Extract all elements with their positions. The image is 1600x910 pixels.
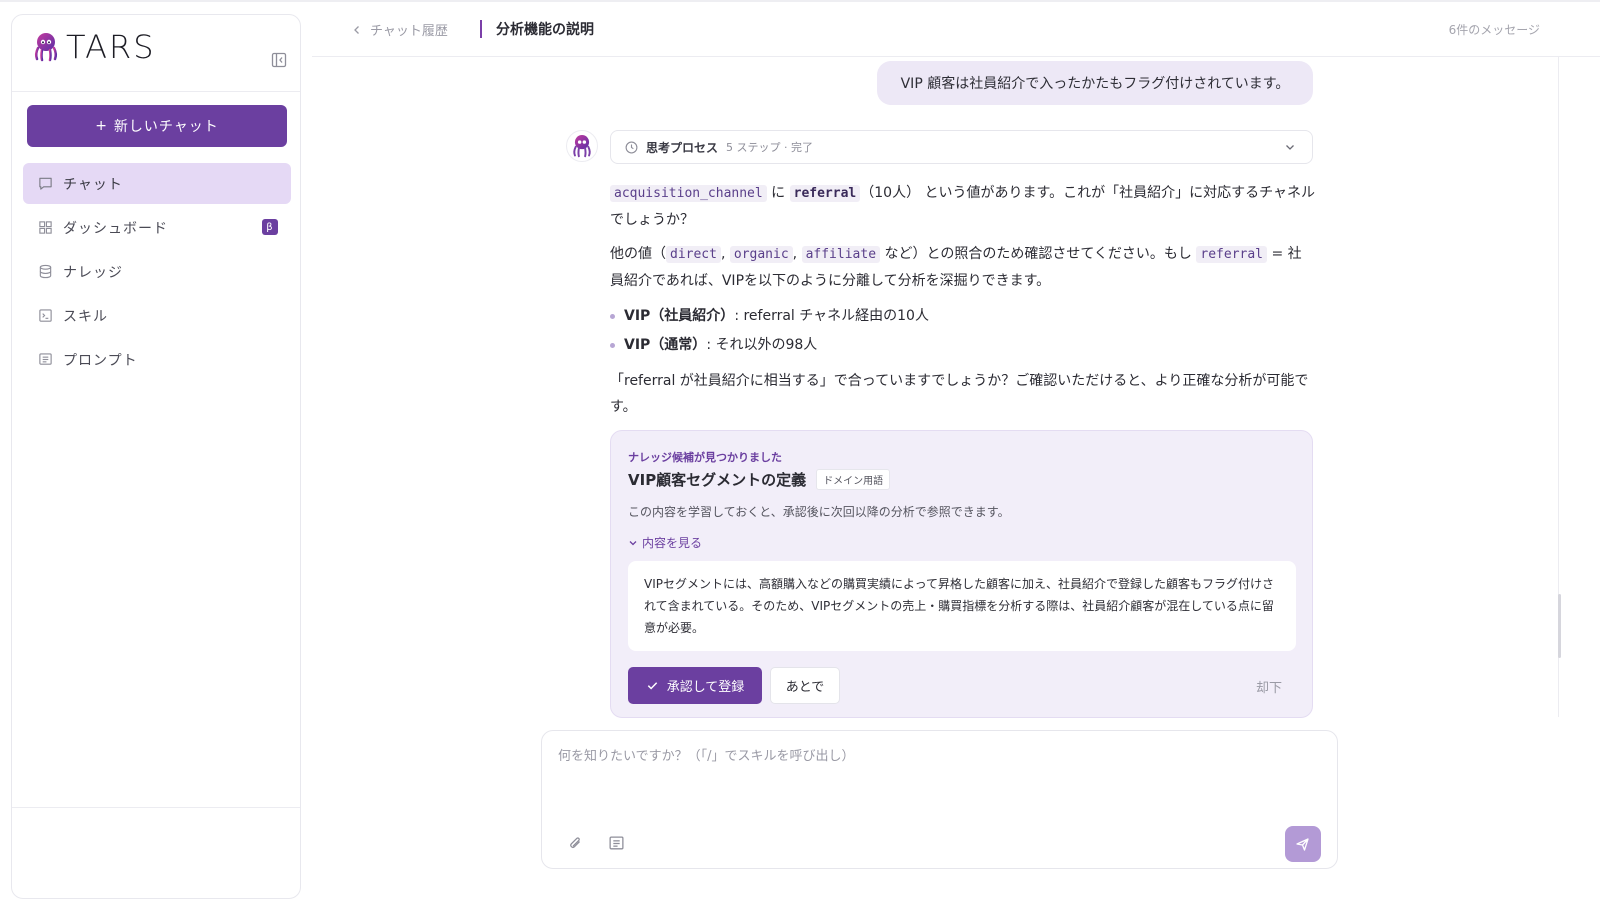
sidebar-item-chat[interactable]: チャット [23,163,291,204]
sidebar-item-label: チャット [63,176,123,193]
sidebar: TARS + 新しいチャット チャット ダッシュボード β ナレッジ スキル プ… [11,14,301,899]
toggle-label: 内容を見る [642,536,703,550]
inline-code: organic [729,246,793,263]
list-item: VIP（社員紹介）: referral チャネル経由の10人 [610,302,1315,331]
reject-button[interactable]: 却下 [1256,677,1282,696]
attach-button[interactable] [567,835,585,853]
prompt-icon [38,352,53,367]
send-icon [1296,838,1309,851]
answer-paragraph: 「referral が社員紹介に相当する」で合っていますでしょうか？ご確認いただ… [610,373,1309,415]
domain-tag: ドメイン用語 [816,469,891,490]
inline-code: affiliate [801,246,881,263]
approve-label: 承認して登録 [666,680,745,695]
sidebar-item-label: ダッシュボード [63,220,168,237]
sidebar-item-prompts[interactable]: プロンプト [23,339,291,380]
brand-name: TARS [66,28,156,66]
chat-header: チャット履歴 分析機能の説明 6件のメッセージ [312,2,1600,57]
assistant-avatar [566,130,598,162]
bullet-label: VIP（社員紹介） [624,308,735,324]
card-title-text: VIP顧客セグメントの定義 [628,471,807,489]
user-message-bubble: VIP 顧客は社員紹介で入ったかたもフラグ付けされています。 [877,61,1313,105]
database-icon [38,264,53,279]
chat-input[interactable] [558,745,1318,805]
message-composer [541,730,1338,869]
list-item: VIP（通常）: それ以外の98人 [610,331,1315,360]
title-accent-bar [480,20,482,38]
answer-paragraph: acquisition_channel に referral （10人） という値… [610,180,1315,233]
octopus-avatar-icon [573,135,591,158]
bullet-text: : referral チャネル経由の10人 [734,308,929,324]
collapse-sidebar-button[interactable] [270,51,288,69]
approve-register-button[interactable]: 承認して登録 [628,667,762,704]
thinking-process-toggle[interactable]: 思考プロセス 5 ステップ · 完了 [610,130,1313,164]
answer-text: など）との照合のため確認させてください。もし [884,246,1192,262]
answer-bullet-list: VIP（社員紹介）: referral チャネル経由の10人 VIP（通常）: … [610,302,1315,360]
card-eyebrow: ナレッジ候補が見つかりました [628,451,782,464]
later-button[interactable]: あとで [770,667,840,704]
chevron-left-icon [354,25,359,34]
answer-paragraph: 他の値（ direct, organic, affiliate など）との照合のた… [610,246,1302,289]
chat-icon [38,176,53,191]
show-content-toggle[interactable]: 内容を見る [628,534,702,551]
brand-logo: TARS [32,28,156,66]
check-icon [647,682,657,690]
assistant-message: acquisition_channel に referral （10人） という値… [610,180,1315,428]
clock-icon [625,141,638,153]
prompt-icon [609,836,624,850]
dashboard-icon [38,220,53,235]
prompt-picker-button[interactable] [608,835,626,853]
paperclip-icon [570,837,580,848]
new-chat-label: 新しいチャット [113,119,219,135]
knowledge-candidate-card: ナレッジ候補が見つかりました VIP顧客セグメントの定義 ドメイン用語 この内容… [610,430,1313,718]
divider [12,91,300,92]
message-count: 6件のメッセージ [1448,23,1540,37]
answer-text: に [771,185,786,201]
octopus-logo-icon [34,33,58,62]
bullet-label: VIP（通常） [624,337,707,353]
send-button[interactable] [1285,826,1321,862]
plus-icon: + [95,118,108,134]
back-to-history-link[interactable]: チャット履歴 [352,20,448,39]
card-description: この内容を学習しておくと、承認後に次回以降の分析で参照できます。 [628,505,1010,519]
chevron-down-icon [1286,145,1294,150]
knowledge-content: VIPセグメントには、高額購入などの購買実績によって昇格した顧客に加え、社員紹介… [628,561,1296,651]
new-chat-button[interactable]: + 新しいチャット [27,105,287,147]
chevron-down-icon [629,540,637,545]
sidebar-item-label: スキル [63,308,108,325]
sidebar-collapse-icon [271,52,287,68]
beta-badge: β [262,219,278,235]
inline-code: acquisition_channel [610,185,767,202]
inline-code: referral [789,185,861,202]
back-link-label: チャット履歴 [370,24,448,39]
divider [12,807,300,808]
sidebar-item-skills[interactable]: スキル [23,295,291,336]
bullet-text: : それ以外の98人 [706,337,818,353]
terminal-icon [38,308,53,323]
inline-code: referral [1196,246,1268,263]
sidebar-item-label: プロンプト [63,352,138,369]
inline-code: direct [666,246,721,263]
page-title: 分析機能の説明 [496,22,594,38]
thinking-steps: 5 ステップ · 完了 [726,141,814,154]
sidebar-item-knowledge[interactable]: ナレッジ [23,251,291,292]
card-title: VIP顧客セグメントの定義 ドメイン用語 [628,469,891,490]
scrollbar-thumb[interactable] [1558,594,1561,658]
sidebar-item-dashboard[interactable]: ダッシュボード β [23,207,291,248]
thinking-label: 思考プロセス [646,140,719,155]
sidebar-item-label: ナレッジ [63,264,123,281]
sidebar-nav: チャット ダッシュボード β ナレッジ スキル プロンプト [23,163,291,383]
answer-text: 他の値（ [610,246,666,262]
